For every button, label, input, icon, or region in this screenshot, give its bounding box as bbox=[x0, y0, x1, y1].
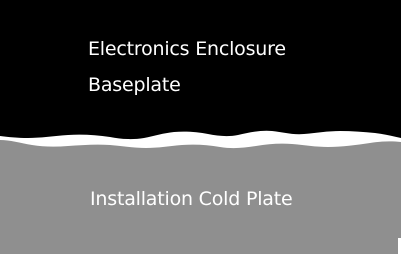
baseplate-block bbox=[0, 0, 401, 140]
baseplate-label-line-2: Baseplate bbox=[88, 74, 181, 96]
cold-plate-label: Installation Cold Plate bbox=[90, 188, 293, 210]
baseplate-label-line-1: Electronics Enclosure bbox=[88, 38, 286, 60]
